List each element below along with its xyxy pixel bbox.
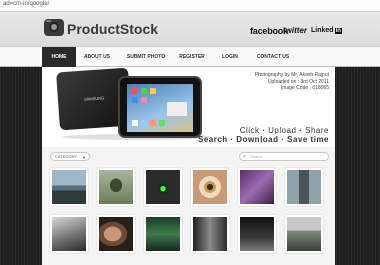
category-dropdown[interactable]: CATEGORY ▼ — [50, 152, 90, 161]
search-icon: ⌕ — [243, 154, 247, 160]
tagline-search: Search — [197, 135, 228, 144]
site-header: ProductStock facebook twitter Linked in — [0, 12, 380, 46]
thumbnail-tree[interactable] — [50, 215, 88, 253]
thumbnail-eye[interactable] — [191, 168, 229, 206]
thumbnail-portrait[interactable] — [97, 215, 135, 253]
image-code: Image Code : 018065 — [280, 85, 329, 91]
tagline: Click · Upload · Share Search · Download… — [197, 126, 329, 144]
chevron-down-icon: ▼ — [82, 155, 86, 160]
browser-url-bar[interactable]: ad=cm-in/qoogle/ — [0, 0, 380, 12]
thumbnail-purple[interactable] — [238, 168, 276, 206]
category-label: CATEGORY — [55, 154, 78, 159]
gallery-toolbar: CATEGORY ▼ ⌕ Search — [42, 151, 335, 163]
featured-banner[interactable]: SAMSUNG Photography by Mr. Akash Rajput … — [42, 67, 335, 147]
thumbnail-figure[interactable] — [191, 215, 229, 253]
linkedin-link[interactable]: Linked in — [311, 27, 342, 34]
main-nav: HOME ABOUT US SUBMIT PHOTO REGISTER LOGI… — [0, 46, 380, 67]
tablet-front-image — [118, 76, 202, 138]
content-panel: SAMSUNG Photography by Mr. Akash Rajput … — [42, 67, 335, 265]
tagline-click: Click — [239, 126, 260, 135]
thumbnail-pier[interactable] — [285, 215, 323, 253]
thumbnail-forest[interactable] — [144, 215, 182, 253]
photo-credit: Photography by Mr. Akash Rajput — [254, 72, 329, 78]
tagline-upload: Upload — [268, 126, 297, 135]
photo-info: Photography by Mr. Akash Rajput Uploaded… — [255, 72, 329, 92]
thumbnail-bridge[interactable] — [50, 168, 88, 206]
nav-login[interactable]: LOGIN — [212, 47, 248, 67]
nav-contact-us[interactable]: CONTACT US — [248, 47, 298, 67]
search-input[interactable]: Search — [250, 153, 263, 161]
search-box[interactable]: ⌕ Search — [239, 152, 329, 161]
nav-about-us[interactable]: ABOUT US — [76, 47, 118, 67]
tablet-brand: SAMSUNG — [83, 95, 105, 102]
twitter-link[interactable]: twitter — [283, 26, 307, 35]
tagline-download: Download — [236, 135, 279, 144]
linkedin-badge: in — [334, 28, 342, 34]
thumbnail-traffic-light[interactable] — [144, 168, 182, 206]
nav-home[interactable]: HOME — [42, 47, 76, 67]
thumbnail-runner[interactable] — [97, 168, 135, 206]
camera-logo-icon[interactable] — [44, 19, 64, 36]
url-text[interactable]: ad=cm-in/qoogle/ — [3, 1, 49, 7]
thumbnail-street[interactable] — [238, 215, 276, 253]
site-logo-text[interactable]: ProductStock — [67, 21, 158, 37]
linkedin-label: Linked — [311, 27, 334, 34]
tagline-save-time: Save time — [287, 135, 329, 144]
page-stage: SAMSUNG Photography by Mr. Akash Rajput … — [0, 67, 380, 265]
thumbnail-road[interactable] — [285, 168, 323, 206]
nav-register[interactable]: REGISTER — [172, 47, 212, 67]
nav-submit-photo[interactable]: SUBMIT PHOTO — [120, 47, 172, 67]
tagline-share: Share — [305, 126, 329, 135]
